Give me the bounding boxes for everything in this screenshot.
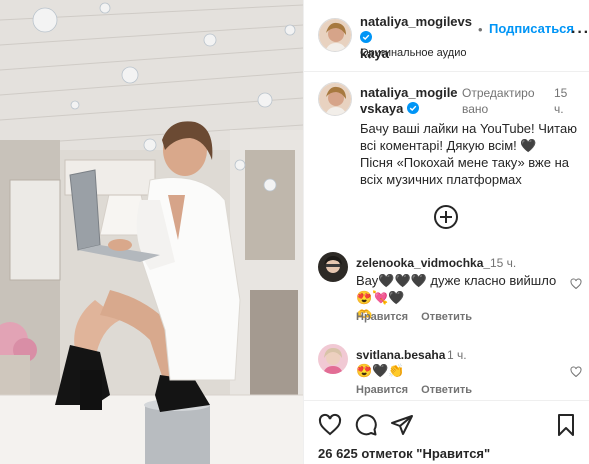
post-media[interactable] xyxy=(0,0,303,464)
caption-line: всі коментарі! Дякую всім! 🖤 xyxy=(360,138,537,153)
post-video-frame xyxy=(0,0,303,464)
verified-icon xyxy=(360,31,372,43)
caption-line: Пісня «Покохай мене таку» вже на xyxy=(360,155,569,170)
share-icon[interactable] xyxy=(390,413,414,437)
commenter-avatar[interactable] xyxy=(318,344,348,374)
load-more-icon[interactable] xyxy=(434,205,458,229)
caption-text: Бачу ваші лайки на YouTube! Читаю всі ко… xyxy=(360,120,580,188)
comment-text: 😍🖤👏 xyxy=(356,362,566,379)
caption-line: всіх музичних платформах xyxy=(360,172,522,187)
caption-username[interactable]: nataliya_mogile vskaya xyxy=(360,85,460,117)
comment-username[interactable]: svitlana.besaha xyxy=(356,348,445,362)
comment-text-line: Вау🖤🖤🖤 дуже класно вийшло 😍💘🖤 xyxy=(356,273,557,305)
comment-reply-button[interactable]: Ответить xyxy=(421,311,472,323)
commenter-avatar[interactable] xyxy=(318,252,348,282)
comment-reply-button[interactable]: Ответить xyxy=(421,384,472,396)
comment-heart-icon[interactable] xyxy=(570,278,582,290)
separator-dot: • xyxy=(478,22,483,37)
edited-label-part2: вано xyxy=(462,102,489,116)
verified-icon xyxy=(407,102,420,114)
comment-actions: Нравится Ответить xyxy=(356,311,482,323)
more-icon[interactable]: ··· xyxy=(571,24,589,42)
likes-count[interactable]: 26 625 отметок "Нравится" xyxy=(318,446,490,461)
comment-text-line: 😍🖤👏 xyxy=(356,363,405,378)
comment-like-button[interactable]: Нравится xyxy=(356,311,408,323)
post-header: nataliya_mogilevs kaya • Подписаться Ори… xyxy=(304,0,589,72)
author-avatar[interactable] xyxy=(318,18,352,52)
edited-label-part1: Отредактиро xyxy=(462,86,535,100)
comment-time[interactable]: 1 ч. xyxy=(447,348,467,362)
caption-username-part2[interactable]: vskaya xyxy=(360,101,403,116)
caption-time-part1[interactable]: 15 xyxy=(554,86,567,100)
comment-heart-icon[interactable] xyxy=(570,366,582,378)
heart-icon[interactable] xyxy=(318,413,342,437)
caption-avatar[interactable] xyxy=(318,82,352,116)
comment-username[interactable]: zelenooka_vidmochka_ xyxy=(356,256,490,270)
caption-line: Бачу ваші лайки на YouTube! Читаю xyxy=(360,121,577,136)
follow-button[interactable]: Подписаться xyxy=(489,21,574,36)
comment-time[interactable]: 15 ч. xyxy=(490,256,516,270)
caption-username-part1[interactable]: nataliya_mogile xyxy=(360,85,458,100)
author-username-part1[interactable]: nataliya_mogilevs xyxy=(360,14,472,29)
edited-label: Отредактиро вано xyxy=(462,85,535,117)
post-side-panel: nataliya_mogilevs kaya • Подписаться Ори… xyxy=(303,0,589,464)
comment-like-button[interactable]: Нравится xyxy=(356,384,408,396)
comment-icon[interactable] xyxy=(354,413,378,437)
audio-link[interactable]: Оригинальное аудио xyxy=(360,47,467,59)
caption-time-part2[interactable]: ч. xyxy=(554,102,564,116)
comment-actions: Нравится Ответить xyxy=(356,384,482,396)
caption-time[interactable]: 15 ч. xyxy=(554,85,584,117)
bookmark-icon[interactable] xyxy=(554,413,578,437)
